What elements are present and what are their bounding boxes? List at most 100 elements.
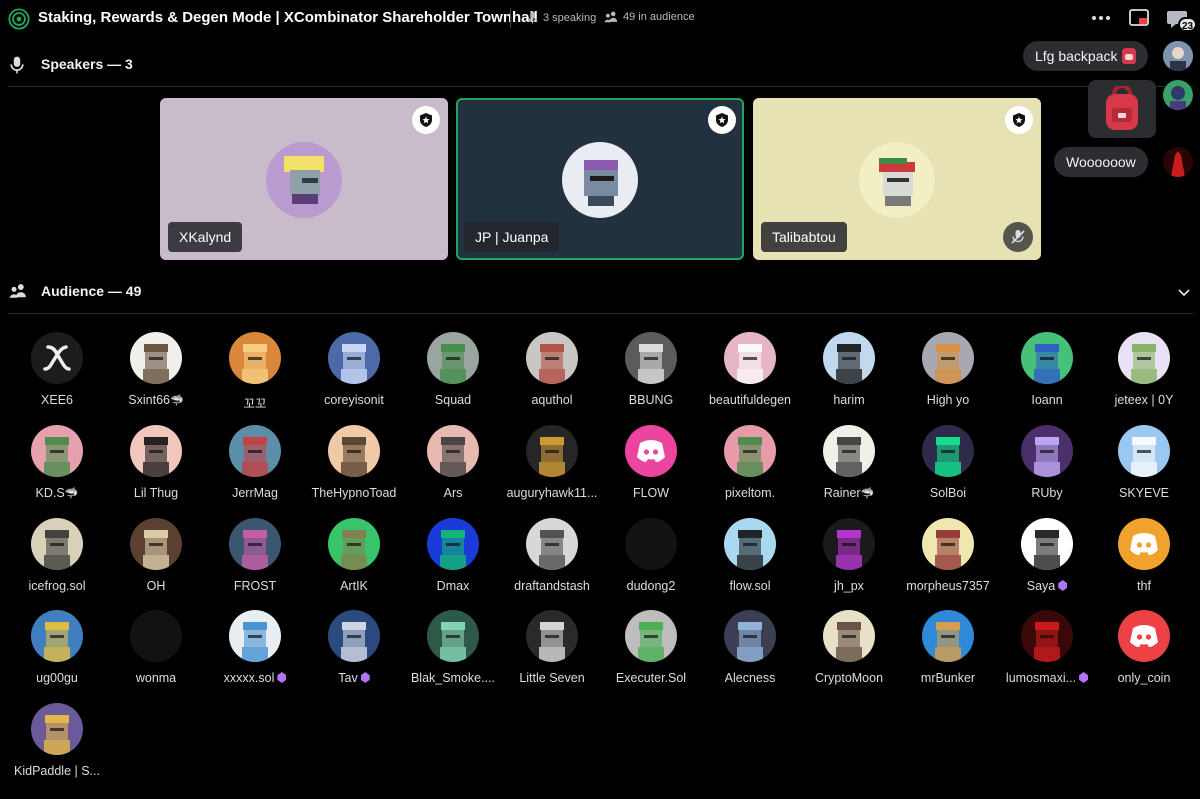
audience-avatar: [823, 610, 875, 662]
audience-member[interactable]: wonma: [106, 610, 206, 694]
audience-member[interactable]: thf: [1094, 518, 1194, 602]
audience-name-text: Ioann: [1031, 393, 1063, 407]
audience-name: Lil Thug: [106, 486, 206, 500]
audience-member[interactable]: lumosmaxi...: [997, 610, 1097, 694]
audience-name-text: Blak_Smoke....: [410, 671, 496, 685]
audience-member[interactable]: FLOW: [601, 425, 701, 509]
audience-name-text: Dmax: [436, 579, 470, 593]
audience-member[interactable]: icefrog.sol: [7, 518, 107, 602]
audience-member[interactable]: KidPaddle | S...: [7, 703, 107, 787]
audience-name-text: flow.sol: [729, 579, 771, 593]
audience-member[interactable]: dudong2: [601, 518, 701, 602]
audience-member[interactable]: xxxxx.sol: [205, 610, 305, 694]
speaker-tile-active[interactable]: JP | Juanpa: [456, 98, 744, 260]
reaction-avatar[interactable]: [1163, 80, 1193, 110]
audience-avatar: [229, 332, 281, 384]
audience-member[interactable]: pixeltom.: [700, 425, 800, 509]
audience-member[interactable]: FROST: [205, 518, 305, 602]
audience-member[interactable]: harim: [799, 332, 899, 416]
audience-name-text: RUby: [1031, 486, 1063, 500]
audience-member[interactable]: mrBunker: [898, 610, 998, 694]
audience-name-text: BBUNG: [628, 393, 674, 407]
audience-name-text: Executer.Sol: [615, 671, 687, 685]
audience-member[interactable]: 꼬꼬: [205, 332, 305, 416]
avatar-art-icon: [836, 437, 862, 477]
audience-name: thf: [1094, 579, 1194, 593]
audience-avatar: [427, 518, 479, 570]
audience-member[interactable]: Alecness: [700, 610, 800, 694]
audience-avatar: [130, 425, 182, 477]
audience-member[interactable]: BBUNG: [601, 332, 701, 416]
audience-member[interactable]: Executer.Sol: [601, 610, 701, 694]
audience-member[interactable]: Lil Thug: [106, 425, 206, 509]
avatar-art-icon: [836, 344, 862, 384]
audience-member[interactable]: Tav: [304, 610, 404, 694]
shark-emoji-icon: 🦈: [64, 488, 79, 500]
audience-name: High yo: [898, 393, 998, 407]
audience-member[interactable]: Saya: [997, 518, 1097, 602]
audience-member[interactable]: ArtIK: [304, 518, 404, 602]
audience-member[interactable]: High yo: [898, 332, 998, 416]
speaker-tile[interactable]: Talibabtou: [753, 98, 1041, 260]
audience-member[interactable]: KD.S🦈: [7, 425, 107, 509]
avatar-art-icon: [935, 530, 961, 570]
avatar-art-icon: [935, 622, 961, 662]
avatar-art-icon: [1131, 344, 1157, 384]
audience-name-text: Ars: [443, 486, 463, 500]
avatar-art-icon: [1034, 344, 1060, 384]
audience-member[interactable]: TheHypnoToad: [304, 425, 404, 509]
audience-member[interactable]: coreyisonit: [304, 332, 404, 416]
audience-avatar: [526, 518, 578, 570]
popout-icon[interactable]: [1128, 7, 1150, 29]
audience-member[interactable]: SolBoi: [898, 425, 998, 509]
avatar-art-icon: [143, 344, 169, 384]
audience-member[interactable]: ug00gu: [7, 610, 107, 694]
audience-member[interactable]: XEE6: [7, 332, 107, 416]
audience-name-text: lumosmaxi...: [1005, 671, 1077, 685]
audience-member[interactable]: only_coin: [1094, 610, 1194, 694]
audience-member[interactable]: Ioann: [997, 332, 1097, 416]
reaction-avatar[interactable]: [1163, 41, 1193, 71]
speaker-tile[interactable]: XKalynd: [160, 98, 448, 260]
audience-member[interactable]: draftandstash: [502, 518, 602, 602]
audience-avatar: [526, 332, 578, 384]
audience-avatar: [427, 610, 479, 662]
chevron-down-icon[interactable]: [1176, 284, 1192, 300]
audience-member[interactable]: RUby: [997, 425, 1097, 509]
audience-member[interactable]: Sxint66🦈: [106, 332, 206, 416]
audience-member[interactable]: Squad: [403, 332, 503, 416]
avatar-art-icon: [935, 437, 961, 477]
stage-icon: [8, 8, 30, 30]
audience-section-header[interactable]: Audience — 49: [0, 277, 1195, 307]
audience-member[interactable]: CryptoMoon: [799, 610, 899, 694]
audience-member[interactable]: Little Seven: [502, 610, 602, 694]
audience-avatar: [922, 518, 974, 570]
audience-member[interactable]: aquthol: [502, 332, 602, 416]
audience-member[interactable]: jh_px: [799, 518, 899, 602]
audience-name-text: aquthol: [531, 393, 573, 407]
audience-member[interactable]: SKYEVE: [1094, 425, 1194, 509]
audience-member[interactable]: JerrMag: [205, 425, 305, 509]
audience-member[interactable]: auguryhawk11...: [502, 425, 602, 509]
audience-name: aquthol: [502, 393, 602, 407]
audience-member[interactable]: Ars: [403, 425, 503, 509]
backpack-emoji-icon: [1121, 48, 1136, 64]
avatar-art-icon: [1034, 437, 1060, 477]
audience-member[interactable]: Dmax: [403, 518, 503, 602]
audience-member[interactable]: flow.sol: [700, 518, 800, 602]
audience-member[interactable]: jeteex | 0Y: [1094, 332, 1194, 416]
reaction-avatar[interactable]: [1163, 147, 1193, 177]
shield-star-icon: [716, 113, 728, 127]
audience-member[interactable]: OH: [106, 518, 206, 602]
audience-avatar: [328, 518, 380, 570]
audience-name-text: ug00gu: [36, 671, 78, 685]
audience-name: FROST: [205, 579, 305, 593]
audience-name-text: thf: [1137, 579, 1151, 593]
audience-member[interactable]: beautifuldegen: [700, 332, 800, 416]
muted-indicator: [1003, 222, 1033, 252]
audience-member[interactable]: Blak_Smoke....: [403, 610, 503, 694]
audience-name-text: only_coin: [1117, 671, 1171, 685]
audience-member[interactable]: morpheus7357: [898, 518, 998, 602]
audience-member[interactable]: Rainer🦈: [799, 425, 899, 509]
more-icon[interactable]: [1090, 10, 1112, 26]
